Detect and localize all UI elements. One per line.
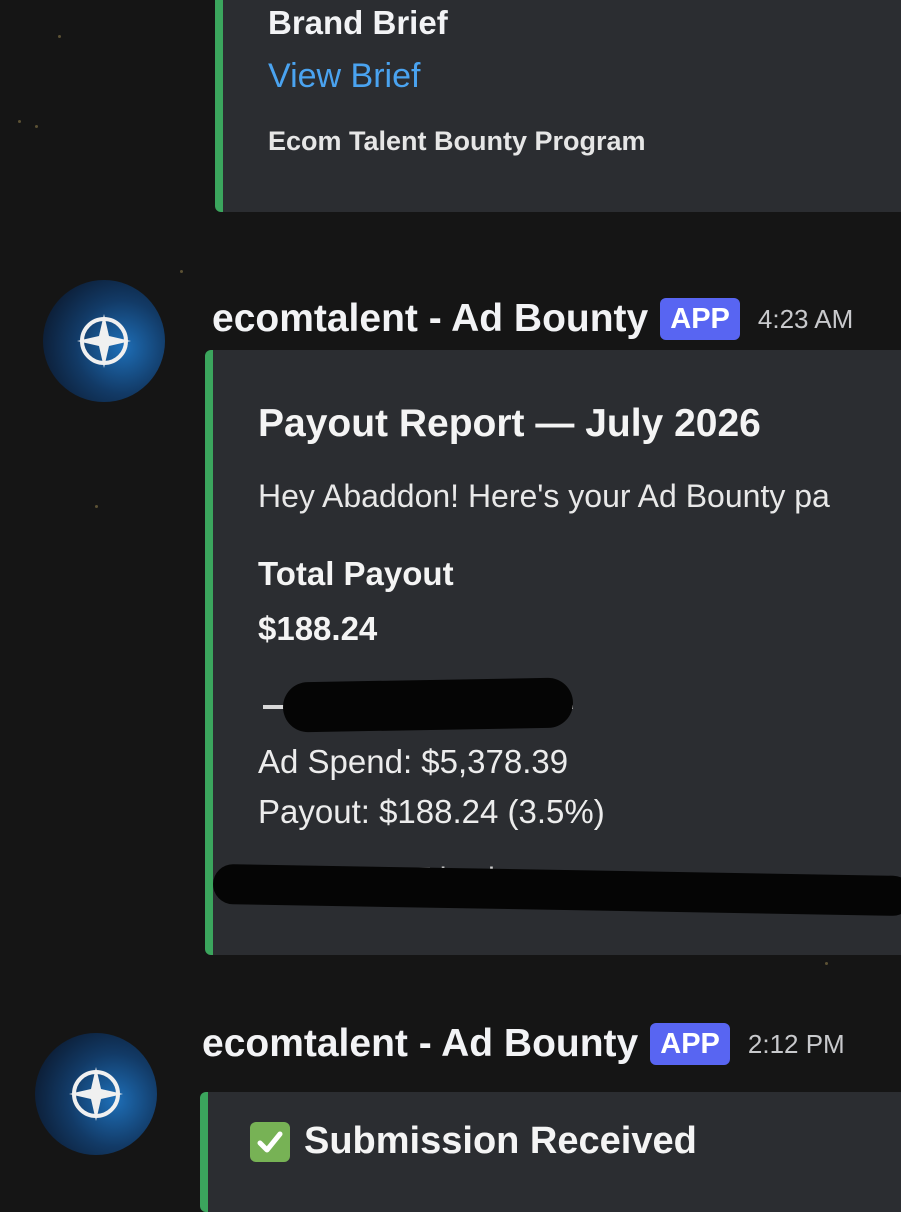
ad-spend-text: Ad Spend: $5,378.39 xyxy=(258,743,569,780)
timestamp: 2:12 PM xyxy=(747,1028,845,1059)
embed-footer: Ecom Talent Bounty Program xyxy=(268,126,646,156)
payout-report-embed: Payout Report — July 2026 Hey Abaddon! H… xyxy=(205,350,901,955)
check-mark-button-icon xyxy=(250,1121,290,1162)
author-name[interactable]: ecomtalent - Ad Bounty xyxy=(202,1022,638,1066)
dust xyxy=(180,270,183,273)
redaction-mark xyxy=(282,677,574,733)
submission-title: Submission Received xyxy=(250,1120,697,1163)
app-badge: APP xyxy=(660,298,740,340)
redaction-mark xyxy=(213,863,901,917)
total-payout-value: $188.24 xyxy=(258,610,378,647)
submission-embed: Submission Received xyxy=(200,1092,901,1212)
message-header: ecomtalent - Ad Bounty APP 2:12 PM xyxy=(202,1022,845,1066)
dust xyxy=(58,35,61,38)
dust xyxy=(95,505,98,508)
view-brief-link[interactable]: View Brief xyxy=(268,57,420,96)
embed-title: Submission Received xyxy=(304,1120,697,1162)
payout-text: Payout: $188.24 (3.5%) xyxy=(258,793,605,830)
dust xyxy=(825,962,828,965)
total-payout-label: Total Payout xyxy=(258,555,454,592)
embed-title: Payout Report — July 2026 xyxy=(258,402,761,445)
dust xyxy=(18,120,21,123)
bot-avatar[interactable] xyxy=(43,280,165,402)
author-name[interactable]: ecomtalent - Ad Bounty xyxy=(212,297,648,341)
message-header: ecomtalent - Ad Bounty APP 4:23 AM xyxy=(212,297,853,341)
brand-brief-embed: Brand Brief View Brief Ecom Talent Bount… xyxy=(215,0,901,212)
app-badge: APP xyxy=(650,1023,730,1065)
timestamp: 4:23 AM xyxy=(757,303,854,334)
dust xyxy=(35,125,38,128)
compass-star-icon xyxy=(69,1067,123,1121)
embed-title: Brand Brief xyxy=(268,4,448,41)
greeting-text: Hey Abaddon! Here's your Ad Bounty pa xyxy=(258,478,830,514)
compass-star-icon xyxy=(77,314,131,368)
bot-avatar[interactable] xyxy=(35,1033,157,1155)
